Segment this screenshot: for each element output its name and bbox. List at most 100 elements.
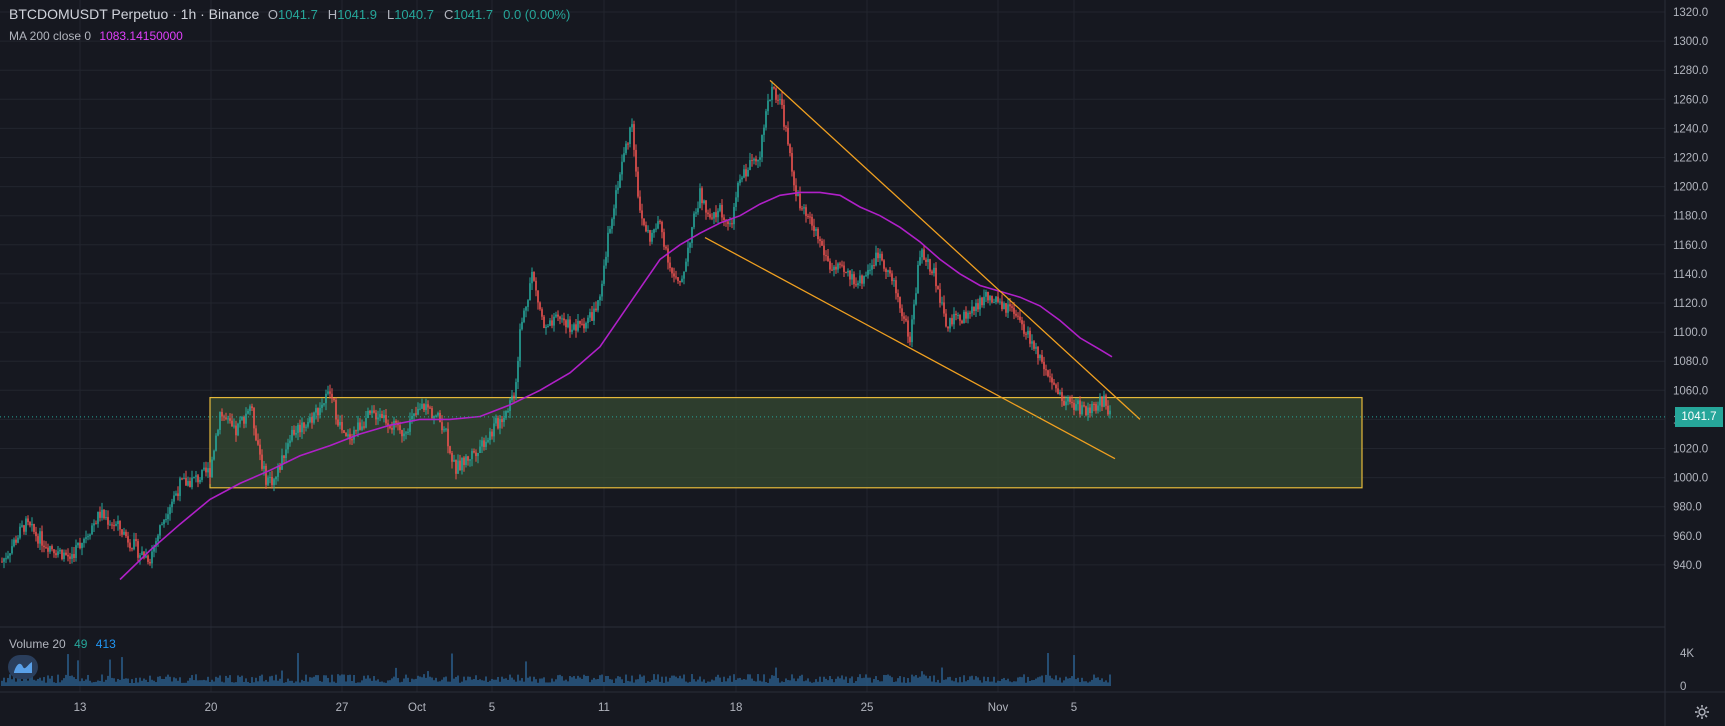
volume-bar (469, 676, 471, 686)
candle-body (479, 446, 481, 454)
candle-body (1041, 355, 1043, 362)
candle-body (133, 539, 135, 550)
candle-body (503, 417, 505, 423)
volume-bar (667, 681, 669, 686)
volume-bar (281, 670, 283, 686)
ma-value: 1083.14150000 (99, 29, 183, 43)
candle-body (619, 174, 621, 188)
candle-body (595, 308, 597, 311)
candle-body (455, 459, 457, 474)
volume-bar (1031, 680, 1033, 686)
volume-bar (779, 682, 781, 686)
candle-body (63, 552, 65, 560)
candle-body (653, 229, 655, 233)
time-axis[interactable]: 13 20 27 Oct 5 11 18 25 Nov 5 (74, 702, 1078, 714)
volume-bar (949, 676, 951, 686)
candle-body (157, 535, 159, 542)
candle-body (267, 477, 269, 485)
volume-bar (621, 679, 623, 686)
volume-bar (1043, 682, 1045, 686)
volume-bar (349, 674, 351, 686)
price-tick-label: 1180.0 (1673, 211, 1707, 223)
candle-body (21, 525, 23, 527)
ma-200-line[interactable] (119, 191, 1113, 581)
symbol-title[interactable]: BTCDOMUSDT Perpetuo · 1h · Binance (9, 6, 259, 22)
volume-bar (325, 675, 327, 686)
price-chart[interactable]: 1320.0 1300.0 1280.0 1260.0 1240.0 1220.0 1200… (0, 0, 1725, 726)
volume-bar (735, 679, 737, 686)
candle-body (843, 265, 845, 272)
volume-bar (193, 680, 195, 686)
candle-body (339, 422, 341, 426)
volume-bar (899, 676, 901, 686)
candle-body (345, 432, 347, 437)
settings-gear-icon[interactable] (1694, 704, 1710, 720)
candle-body (1007, 304, 1009, 313)
candle-body (667, 248, 669, 263)
volume-bar (363, 675, 365, 686)
candle-body (753, 158, 755, 161)
volume-bar (643, 675, 645, 686)
volume-bar (1057, 680, 1059, 686)
candle-body (419, 408, 421, 410)
candle-body (61, 549, 63, 560)
candle-body (173, 495, 175, 502)
volume-tick-label: 4K (1680, 648, 1694, 660)
volume-bar (959, 676, 961, 686)
candle-body (1029, 330, 1031, 344)
volume-bar (221, 681, 223, 686)
candle-body (927, 259, 929, 263)
ma-legend[interactable]: MA 200 close 0 1083.14150000 (9, 29, 188, 43)
volume-bar (341, 674, 343, 686)
candle-body (761, 134, 763, 158)
candle-body (813, 225, 815, 231)
volume-bar (783, 682, 785, 686)
ohlc-item: H1041.9 (328, 7, 382, 22)
volume-indicator-icon[interactable] (8, 655, 38, 679)
volume-bar (229, 675, 231, 686)
candle-body (75, 545, 77, 558)
symbol-legend[interactable]: BTCDOMUSDT Perpetuo · 1h · Binance O1041… (9, 6, 585, 22)
volume-bar (809, 681, 811, 686)
candle-body (45, 547, 47, 549)
volume-bar (243, 681, 245, 686)
volume-bar (619, 676, 621, 686)
volume-bar (467, 676, 469, 686)
candle-body (793, 171, 795, 186)
candle-body (417, 408, 419, 415)
volume-bar (979, 680, 981, 686)
candles (1, 81, 1111, 569)
volume-bar (479, 679, 481, 686)
volume-bar (1093, 674, 1095, 686)
volume-bar (273, 680, 275, 686)
volume-bar (751, 678, 753, 686)
volume-bar (255, 677, 257, 686)
volume-bar (579, 677, 581, 686)
candle-body (623, 153, 625, 162)
volume-bar (919, 676, 921, 686)
candle-body (851, 274, 853, 280)
volume-bar (927, 678, 929, 686)
candle-body (115, 524, 117, 526)
volume-bar (609, 679, 611, 686)
volume-bar (223, 682, 225, 686)
volume-bar (549, 682, 551, 686)
consolidation-zone[interactable] (209, 396, 1363, 489)
candle-body (587, 317, 589, 323)
candle-body (1019, 316, 1021, 321)
volume-bar (687, 682, 689, 686)
volume-bar (141, 680, 143, 686)
candle-body (183, 478, 185, 480)
volume-bar (653, 674, 655, 686)
candle-body (997, 296, 999, 302)
volume-bar (79, 681, 81, 686)
volume-bar (839, 678, 841, 686)
candle-body (569, 319, 571, 332)
candle-body (1035, 346, 1037, 349)
price-tick-label: 1140.0 (1673, 269, 1707, 281)
volume-bar (429, 676, 431, 686)
volume-legend[interactable]: Volume 20 49 413 (9, 637, 121, 651)
price-axis[interactable]: 1320.0 1300.0 1280.0 1260.0 1240.0 1220.0 1200… (1673, 7, 1708, 572)
volume-bar (91, 682, 93, 686)
volume-bar (763, 674, 765, 686)
